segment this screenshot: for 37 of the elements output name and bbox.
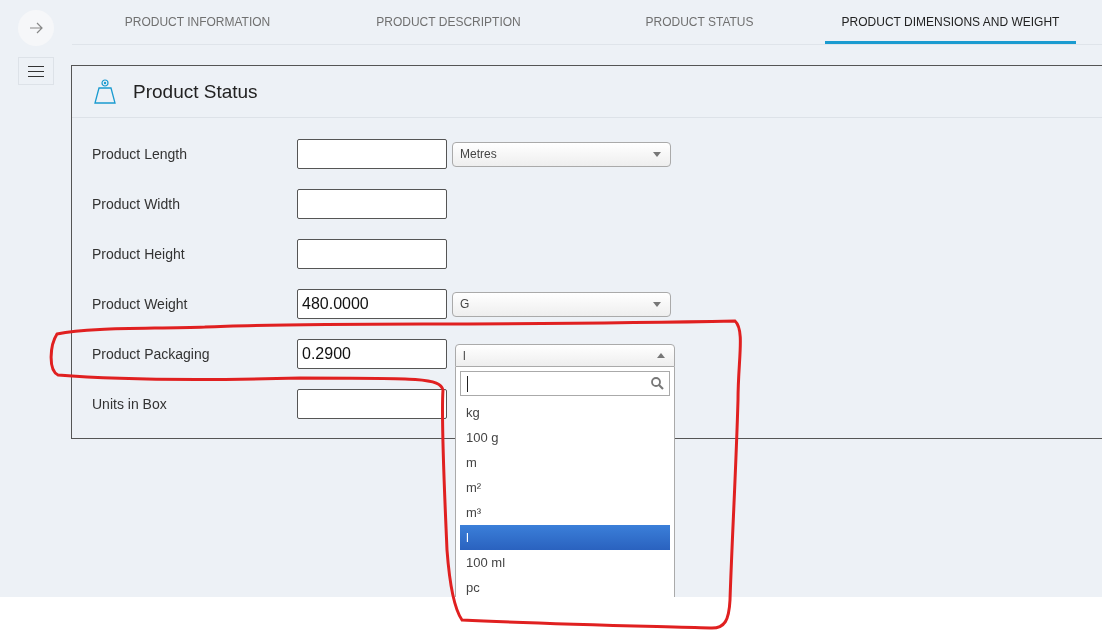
caret-down-icon [653,151,661,157]
field-label: Product Packaging [92,346,210,362]
dropdown-option[interactable]: m³ [460,500,670,525]
dropdown-option[interactable]: l [460,525,670,550]
field-label: Product Weight [92,296,188,312]
menu-button[interactable] [18,57,54,85]
input-field[interactable]: 480.0000 [297,289,447,319]
caret-down-icon [653,301,661,307]
tab[interactable]: PRODUCT DIMENSIONS AND WEIGHT [825,0,1076,44]
dropdown-option[interactable]: m [460,450,670,475]
weight-bag-icon [94,79,116,104]
caret-up-icon [657,353,665,358]
tab[interactable]: PRODUCT DESCRIPTION [323,0,574,44]
unit-select[interactable]: G [452,291,671,317]
unit-select[interactable]: l [455,344,675,367]
field-label: Units in Box [92,396,167,412]
field-label: Product Height [92,246,185,262]
input-field[interactable] [297,239,447,269]
dropdown-option[interactable]: 100 ml [460,550,670,575]
dropdown-option[interactable]: pc [460,575,670,597]
dropdown-option[interactable]: 100 g [460,425,670,450]
unit-select[interactable]: Metres [452,141,671,167]
input-field[interactable] [297,189,447,219]
field-label: Product Length [92,146,187,162]
menu-icon [28,65,44,77]
panel-title: Product Status [133,80,258,103]
tab[interactable]: PRODUCT INFORMATION [72,0,323,44]
search-icon [651,377,664,390]
input-field[interactable] [297,139,447,169]
search-field[interactable] [460,371,670,396]
input-field[interactable] [297,389,447,419]
tab[interactable]: PRODUCT STATUS [574,0,825,44]
input-field[interactable]: 0.2900 [297,339,447,369]
field-label: Product Width [92,196,180,212]
arrow-right-icon [29,22,43,34]
dropdown-option[interactable]: kg [460,400,670,425]
dropdown-option[interactable]: m² [460,475,670,500]
